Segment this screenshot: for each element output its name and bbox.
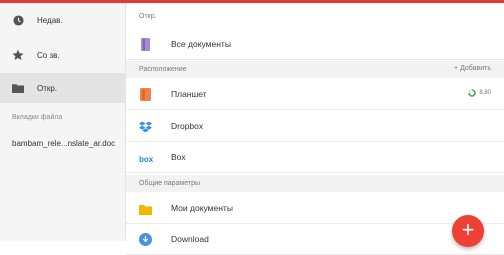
download-icon: [139, 233, 152, 246]
download-row[interactable]: Download: [126, 224, 504, 255]
location-row-box[interactable]: box Box: [126, 142, 504, 173]
svg-text:box: box: [139, 155, 153, 164]
location-header: Расположение + Добавить: [126, 61, 504, 78]
row-label: Мои документы: [171, 203, 233, 213]
add-fab-button[interactable]: +: [452, 215, 484, 247]
star-icon: [12, 49, 24, 61]
common-settings-header: Общие параметры: [126, 175, 504, 192]
tablet-icon: [139, 88, 152, 101]
sidebar-item-label: Недав.: [37, 15, 63, 25]
folder-icon: [12, 82, 24, 94]
sidebar-item-recent[interactable]: Недав.: [0, 5, 125, 35]
my-documents-row[interactable]: Мои документы: [126, 193, 504, 224]
sidebar: Недав. Со зв. Откр. Вкладки файла bambam…: [0, 3, 126, 241]
open-header: Откр.: [126, 8, 504, 25]
file-tabs-caption: Вкладки файла: [12, 114, 63, 121]
add-location-button[interactable]: + Добавить: [454, 65, 491, 72]
row-label: Планшет: [171, 89, 207, 99]
row-label: Download: [171, 234, 209, 244]
box-icon: box: [139, 151, 154, 164]
sidebar-item-starred[interactable]: Со зв.: [0, 40, 125, 70]
all-documents-row[interactable]: Все документы: [126, 29, 504, 60]
storage-ring-icon: [468, 89, 477, 97]
file-tab-item[interactable]: bambam_rele...nslate_ar.doc: [12, 139, 115, 148]
sidebar-item-open[interactable]: Откр.: [0, 73, 125, 103]
folder-icon: [139, 202, 152, 215]
row-label: Box: [171, 152, 186, 162]
sidebar-item-label: Со зв.: [37, 50, 60, 60]
dropbox-icon: [139, 120, 152, 133]
storage-indicator: 8,80: [468, 89, 491, 97]
row-label: Dropbox: [171, 121, 204, 131]
clock-icon: [12, 14, 24, 26]
location-row-dropbox[interactable]: Dropbox: [126, 111, 504, 142]
row-label: Все документы: [171, 39, 231, 49]
sidebar-item-label: Откр.: [37, 83, 58, 93]
location-row-tablet[interactable]: Планшет 8,80: [126, 79, 504, 110]
main-panel: Откр. Все документы Расположение + Добав…: [126, 3, 504, 255]
documents-icon: [139, 38, 152, 51]
